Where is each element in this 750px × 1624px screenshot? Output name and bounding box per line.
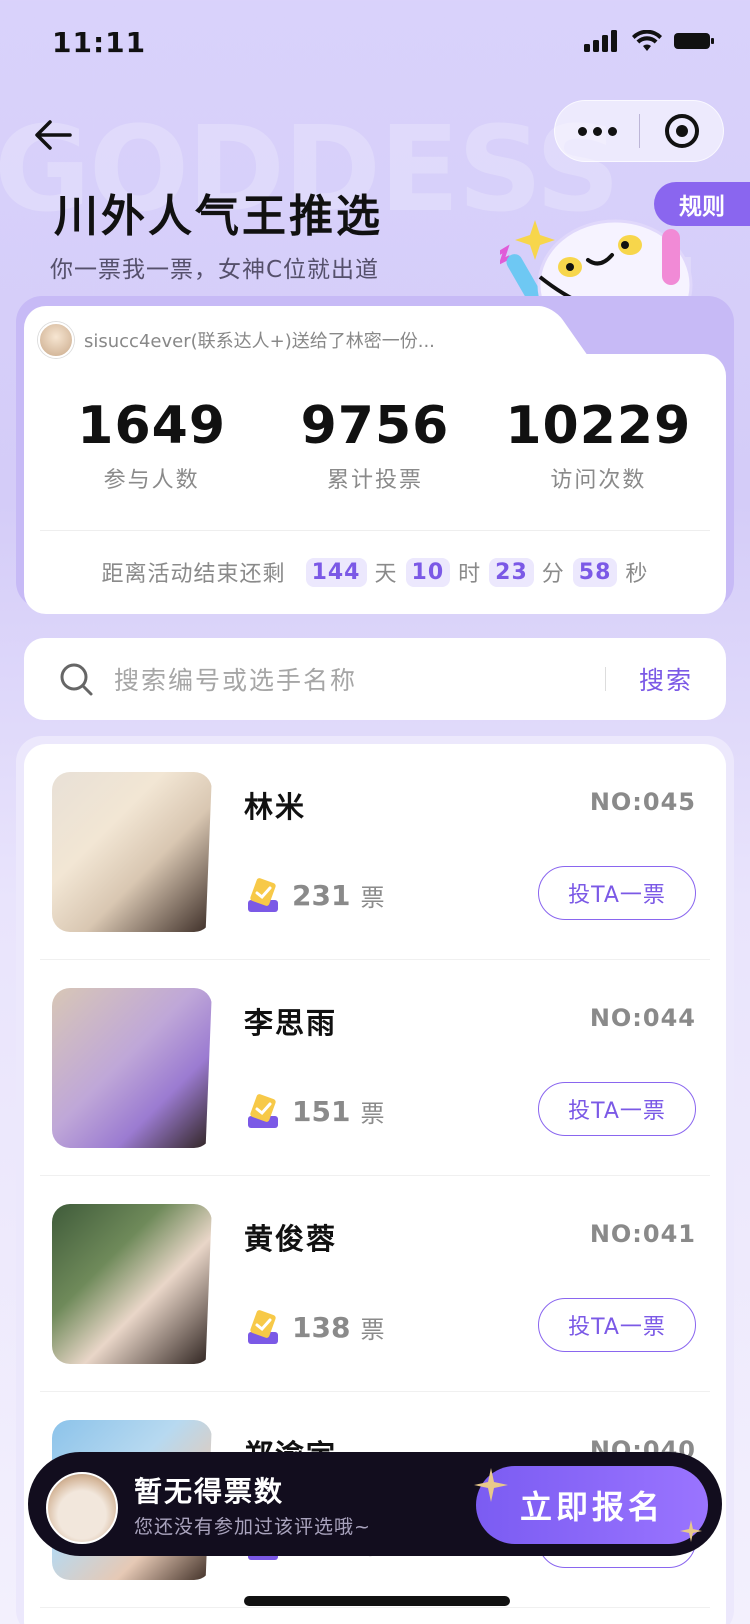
countdown-hours-unit: 时 <box>458 562 482 587</box>
contestant-number: NO:044 <box>589 1004 696 1032</box>
vote-count: 138 票 <box>244 1308 384 1346</box>
stat-label: 参与人数 <box>103 468 200 493</box>
countdown-minutes-unit: 分 <box>541 562 565 587</box>
ballot-icon <box>248 1094 278 1128</box>
vote-button[interactable]: 投TA一票 <box>538 1082 696 1136</box>
stat-value: 9756 <box>300 396 450 456</box>
contestant-number: NO:041 <box>589 1220 696 1248</box>
vote-number: 138 <box>292 1310 351 1344</box>
signup-button[interactable]: 立即报名 <box>476 1466 708 1544</box>
stats-divider <box>40 530 710 531</box>
status-icons <box>584 30 714 52</box>
stat-visits: 10229 访问次数 <box>487 396 710 494</box>
contestant-photo <box>52 772 212 932</box>
vote-count: 231 票 <box>244 876 384 914</box>
countdown: 距离活动结束还剩 144 天 10 时 23 分 58 秒 <box>40 556 710 588</box>
stat-label: 累计投票 <box>326 468 423 493</box>
contestant-name: 黄俊蓉 <box>244 1222 338 1256</box>
contestant-photo <box>52 988 212 1148</box>
search-icon <box>60 663 93 696</box>
vote-number: 151 <box>292 1094 351 1128</box>
vote-count: 151 票 <box>244 1092 384 1130</box>
contestant-name: 林米 <box>244 790 307 824</box>
stat-total-votes: 9756 累计投票 <box>263 396 486 494</box>
countdown-minutes: 23 <box>489 557 534 587</box>
countdown-days-unit: 天 <box>374 562 398 587</box>
search-bar: 搜索编号或选手名称 搜索 <box>24 638 726 720</box>
ballot-icon <box>248 878 278 912</box>
signal-icon <box>584 30 617 52</box>
stats-row: 1649 参与人数 9756 累计投票 10229 访问次数 <box>40 396 710 494</box>
stat-value: 1649 <box>77 396 227 456</box>
stat-value: 10229 <box>505 396 692 456</box>
vote-unit: 票 <box>360 883 385 912</box>
countdown-days: 144 <box>305 557 367 587</box>
page-subtitle: 你一票我一票，女神C位就出道 <box>50 257 380 283</box>
contestant-row[interactable]: 李思雨 NO:044 151 票 投TA一票 <box>40 960 710 1176</box>
countdown-seconds-unit: 秒 <box>625 562 649 587</box>
vote-button[interactable]: 投TA一票 <box>538 866 696 920</box>
home-indicator <box>244 1596 510 1606</box>
status-time: 11:11 <box>52 26 147 59</box>
contestant-name: 李思雨 <box>244 1006 338 1040</box>
search-input[interactable]: 搜索编号或选手名称 <box>114 661 605 697</box>
close-target-icon[interactable] <box>640 113 723 149</box>
back-arrow-icon[interactable] <box>30 112 76 158</box>
countdown-hours: 10 <box>405 557 451 587</box>
vote-number: 231 <box>292 878 351 912</box>
wifi-icon <box>632 30 662 51</box>
vote-unit: 票 <box>360 1099 385 1128</box>
bottom-bar-subtitle: 您还没有参加过该评选哦~ <box>134 1516 371 1538</box>
sparkle-icon <box>680 1520 702 1542</box>
more-icon[interactable] <box>555 126 639 136</box>
sparkle-icon <box>474 1468 508 1502</box>
countdown-seconds: 58 <box>572 557 618 587</box>
contestant-row[interactable]: 林米 NO:045 231 票 投TA一票 <box>40 744 710 960</box>
vote-unit: 票 <box>360 1315 385 1344</box>
mini-program-capsule <box>554 100 724 162</box>
contestant-row[interactable]: 黄俊蓉 NO:041 138 票 投TA一票 <box>40 1176 710 1392</box>
page-title: 川外人气王推选 <box>54 191 383 242</box>
stat-participants: 1649 参与人数 <box>40 396 263 494</box>
ticker-avatar <box>38 322 74 358</box>
ballot-icon <box>248 1310 278 1344</box>
vote-button[interactable]: 投TA一票 <box>538 1298 696 1352</box>
search-button[interactable]: 搜索 <box>606 661 726 697</box>
bottom-bar-title: 暂无得票数 <box>134 1475 285 1508</box>
battery-icon <box>674 33 714 49</box>
contestant-number: NO:045 <box>589 788 696 816</box>
activity-ticker: sisucc4ever(联系达人+)送给了林密一份... <box>38 322 435 358</box>
contestant-photo <box>52 1204 212 1364</box>
stat-label: 访问次数 <box>550 468 647 493</box>
countdown-label: 距离活动结束还剩 <box>101 562 286 587</box>
user-avatar <box>46 1472 118 1544</box>
ticker-text: sisucc4ever(联系达人+)送给了林密一份... <box>84 331 435 352</box>
